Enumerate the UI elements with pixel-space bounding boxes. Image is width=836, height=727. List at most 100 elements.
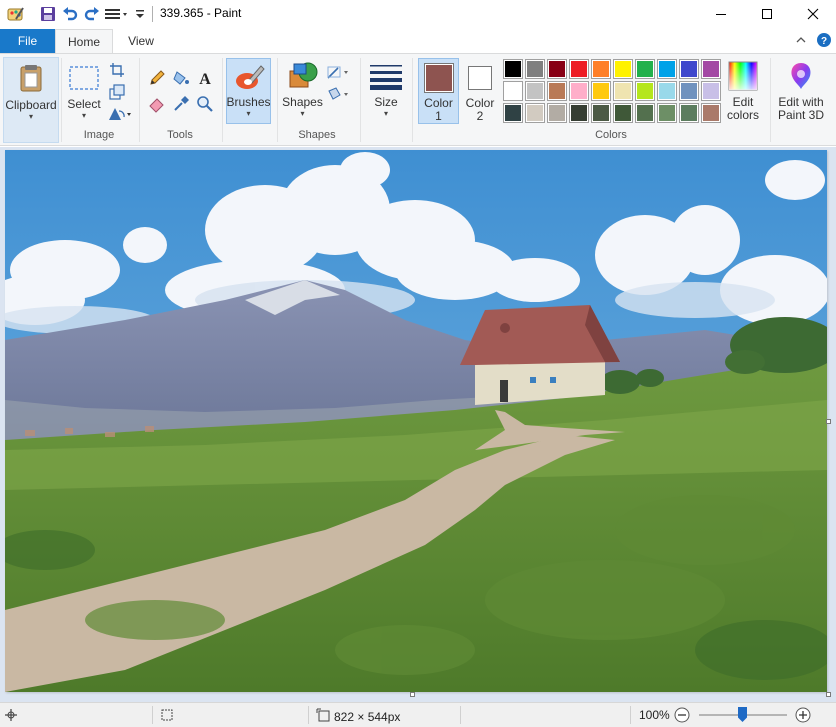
selection-size-icon [160,708,174,722]
palette-swatch[interactable] [613,81,633,101]
brushes-label: Brushes [226,95,271,109]
palette-swatch[interactable] [613,59,633,79]
palette-swatch[interactable] [503,59,523,79]
properties-icon[interactable] [104,4,130,24]
clipboard-icon [18,64,44,95]
drawing-canvas[interactable] [5,150,827,692]
palette-swatch[interactable] [679,103,699,123]
status-divider [630,706,631,724]
palette-swatch[interactable] [525,59,545,79]
palette-swatch[interactable] [569,103,589,123]
clipboard-caret: ▾ [28,112,33,121]
palette-swatch[interactable] [569,81,589,101]
resize-handle-right[interactable] [826,419,831,424]
svg-text:A: A [199,71,211,87]
edit-with-paint3d-button[interactable]: Edit with Paint 3D [774,57,828,125]
palette-swatch[interactable] [547,81,567,101]
palette-swatch[interactable] [525,103,545,123]
palette-swatch[interactable] [635,59,655,79]
tab-view[interactable]: View [113,29,169,53]
status-bar: 822 × 544px 100% [0,702,836,727]
shapes-group-label: Shapes [298,129,336,141]
magnifier-icon[interactable] [195,94,215,114]
fill-icon[interactable] [171,68,191,88]
shapes-button[interactable]: Shapes ▾ [281,57,324,125]
palette-swatch[interactable] [657,103,677,123]
palette-swatch[interactable] [547,59,567,79]
palette-swatch[interactable] [657,59,677,79]
size-icon [369,63,403,94]
size-caret: ▾ [383,109,388,118]
palette-swatch[interactable] [525,81,545,101]
zoom-out-button[interactable] [674,707,690,723]
tools-group-label: Tools [167,129,193,141]
palette-swatch[interactable] [701,59,721,79]
minimize-button[interactable] [698,0,744,28]
save-icon[interactable] [38,4,58,24]
palette-swatch[interactable] [591,103,611,123]
pencil-icon[interactable] [147,68,167,88]
text-icon[interactable]: A [195,68,215,88]
resize-icon[interactable] [107,82,127,102]
clipboard-button[interactable]: Clipboard ▾ [3,57,59,143]
color2-button[interactable]: Color 2 [461,57,499,125]
color2-label-line2: 2 [476,109,484,123]
outline-icon[interactable] [326,62,352,82]
rotate-icon[interactable] [107,104,133,124]
palette-swatch[interactable] [657,81,677,101]
palette-swatch[interactable] [635,81,655,101]
palette-swatch[interactable] [591,59,611,79]
palette-swatch[interactable] [701,81,721,101]
tab-home[interactable]: Home [55,29,113,54]
palette-swatch[interactable] [591,81,611,101]
resize-handle-corner[interactable] [826,692,831,697]
palette-swatch[interactable] [569,59,589,79]
palette-swatch[interactable] [547,103,567,123]
select-button[interactable]: Select ▾ [64,57,104,125]
select-caret: ▾ [81,111,86,120]
help-icon[interactable]: ? [816,32,832,48]
color2-swatch [468,66,492,90]
size-button[interactable]: Size ▾ [364,57,408,125]
ribbon-tabs: File Home View ? [0,28,836,54]
resize-handle-bottom[interactable] [410,692,415,697]
undo-icon[interactable] [60,4,80,24]
color-picker-icon[interactable] [171,94,191,114]
paint3d-line2: Paint 3D [777,108,825,122]
colors-group-label: Colors [595,129,627,141]
status-divider [308,706,309,724]
group-divider [61,58,62,142]
paint-app-icon[interactable] [6,4,26,24]
maximize-button[interactable] [744,0,790,28]
edit-colors-button[interactable]: Edit colors [721,57,765,125]
group-divider [412,58,413,142]
redo-icon[interactable] [82,4,102,24]
color1-button[interactable]: Color 1 [418,58,459,124]
fill-shape-icon[interactable] [326,84,352,104]
zoom-in-button[interactable] [795,707,811,723]
close-button[interactable] [790,0,836,28]
svg-text:?: ? [821,36,827,47]
palette-swatch[interactable] [613,103,633,123]
zoom-slider-thumb[interactable] [738,707,747,722]
status-divider [152,706,153,724]
group-divider [277,58,278,142]
brush-icon [233,63,265,94]
customize-qat-icon[interactable] [133,4,147,24]
palette-swatch[interactable] [679,81,699,101]
tab-file[interactable]: File [0,29,55,53]
palette-swatch[interactable] [679,59,699,79]
eraser-icon[interactable] [147,94,167,114]
image-dimensions: 822 × 544px [334,709,401,724]
collapse-ribbon-icon[interactable] [793,32,809,48]
group-divider [770,58,771,142]
brushes-button[interactable]: Brushes ▾ [226,58,271,124]
palette-swatch[interactable] [503,103,523,123]
size-label: Size [374,95,398,109]
canvas-area[interactable] [0,147,836,702]
status-divider [460,706,461,724]
palette-swatch[interactable] [503,81,523,101]
palette-swatch[interactable] [635,103,655,123]
palette-swatch[interactable] [701,103,721,123]
crop-icon[interactable] [107,60,127,80]
